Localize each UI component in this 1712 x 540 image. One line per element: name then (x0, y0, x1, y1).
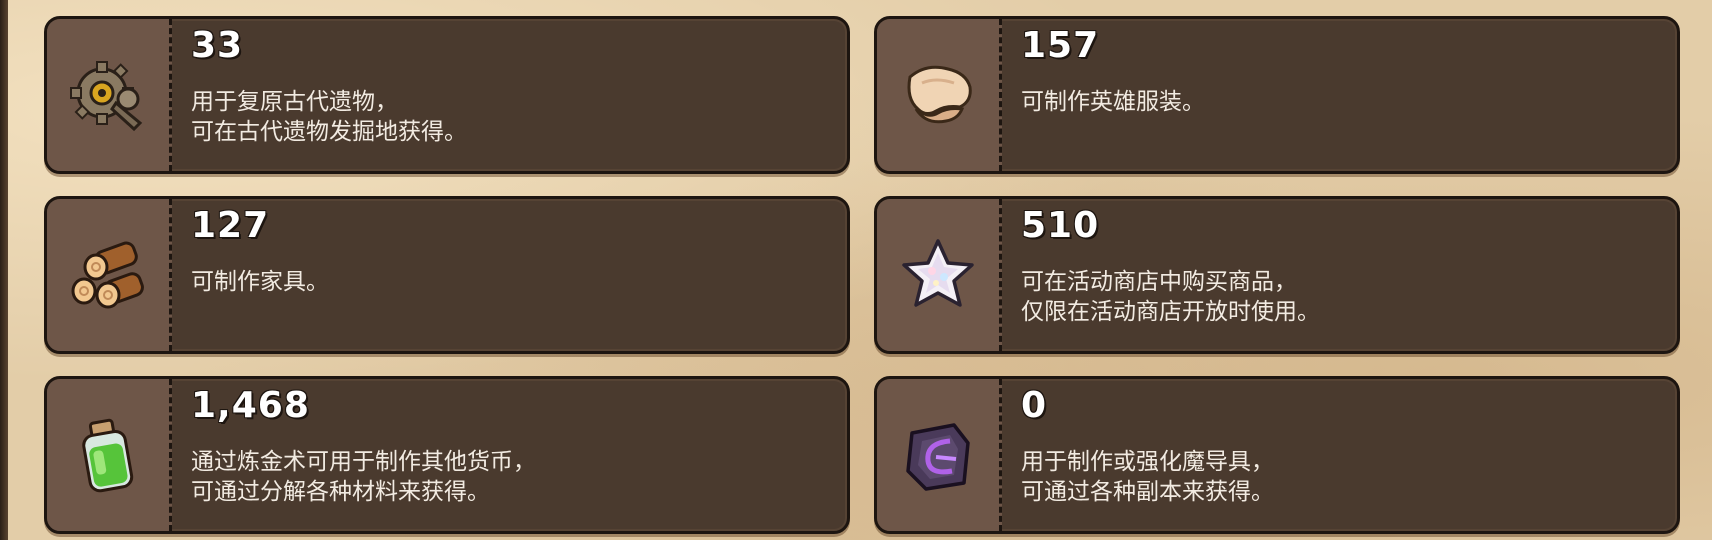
icon-panel (47, 379, 172, 531)
item-count: 510 (1021, 205, 1100, 246)
currency-grid: 33 用于复原古代遗物， 可在古代遗物发掘地获得。 157 可制作英雄服装。 1… (44, 16, 1680, 540)
item-description: 通过炼金术可用于制作其他货币， 可通过分解各种材料来获得。 (191, 449, 536, 505)
item-description: 可在活动商店中购买商品， 仅限在活动商店开放时使用。 (1021, 269, 1320, 325)
currency-card-potion[interactable]: 1,468 通过炼金术可用于制作其他货币， 可通过分解各种材料来获得。 (44, 376, 850, 534)
item-description: 可制作家具。 (191, 269, 329, 295)
item-description: 用于制作或强化魔导具， 可通过各种副本来获得。 (1021, 449, 1274, 505)
wood-logs-icon (71, 241, 144, 309)
dark-crystal-icon (906, 423, 970, 491)
icon-panel (877, 379, 1002, 531)
icon-panel (47, 199, 172, 351)
icon-panel (877, 19, 1002, 171)
currency-card-cloth[interactable]: 157 可制作英雄服装。 (874, 16, 1680, 174)
icon-panel (47, 19, 172, 171)
item-count: 0 (1021, 385, 1048, 426)
item-description: 用于复原古代遗物， 可在古代遗物发掘地获得。 (191, 89, 467, 145)
item-count: 33 (191, 25, 244, 66)
currency-card-relic[interactable]: 33 用于复原古代遗物， 可在古代遗物发掘地获得。 (44, 16, 850, 174)
cloth-icon (907, 65, 972, 124)
item-description: 可制作英雄服装。 (1021, 89, 1205, 115)
currency-card-dark-crystal[interactable]: 0 用于制作或强化魔导具， 可通过各种副本来获得。 (874, 376, 1680, 534)
potion-bottle-icon (82, 418, 134, 493)
gear-relic-icon (70, 61, 143, 132)
background-edge (0, 0, 8, 540)
currency-card-star[interactable]: 510 可在活动商店中购买商品， 仅限在活动商店开放时使用。 (874, 196, 1680, 354)
icon-panel (877, 199, 1002, 351)
item-count: 127 (191, 205, 270, 246)
item-count: 157 (1021, 25, 1100, 66)
currency-card-wood[interactable]: 127 可制作家具。 (44, 196, 850, 354)
item-count: 1,468 (191, 385, 310, 426)
star-icon (902, 239, 974, 307)
